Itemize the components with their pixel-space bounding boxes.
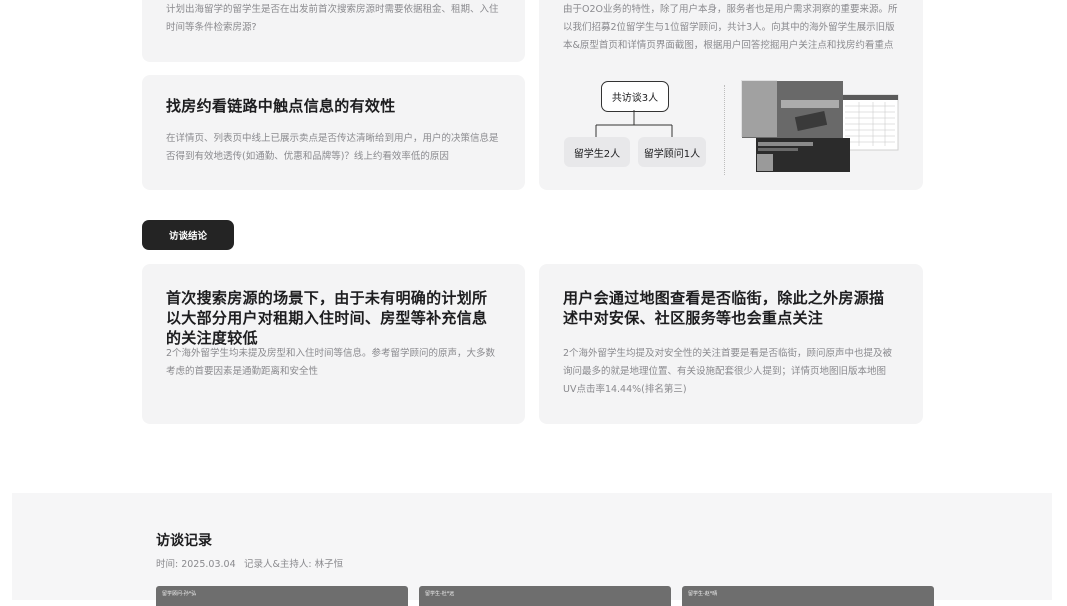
- video-label: 留学生-杜*远: [425, 591, 455, 597]
- interview-photo-collage: [741, 80, 899, 172]
- card-title: 找房约看链路中触点信息的有效性: [166, 97, 396, 115]
- video-label: 留学生-赵*晴: [688, 591, 718, 597]
- divider-dotted: [724, 85, 725, 175]
- record-title: 访谈记录: [156, 533, 212, 549]
- conclusion-card-1: 首次搜索房源的场景下，由于未有明确的计划所以大部分用户对租期入住时间、房型等补充…: [142, 264, 525, 424]
- interview-conclusion-button[interactable]: 访谈结论: [142, 220, 234, 250]
- record-time: 时间: 2025.03.04: [156, 559, 236, 570]
- research-question-card-1: 计划出海留学的留学生是否在出发前首次搜索房源时需要依据租金、租期、入住时间等条件…: [142, 0, 525, 62]
- video-thumbnail-1[interactable]: 留学顾问-孙*弘: [156, 586, 408, 606]
- record-recorder: 记录人&主持人: 林子恒: [244, 559, 344, 570]
- diagram-advisor-label: 留学顾问1人: [643, 148, 701, 160]
- diagram-students-label: 留学生2人: [573, 148, 621, 160]
- conclusion-desc: 2个海外留学生均未提及房型和入住时间等信息。参考留学顾问的原声，大多数考虑的首要…: [166, 348, 496, 377]
- diagram-node-advisor: 留学顾问1人: [638, 137, 706, 167]
- video-thumbnail-3[interactable]: 留学生-赵*晴: [682, 586, 934, 606]
- research-question-card-2: 找房约看链路中触点信息的有效性 在详情页、列表页中线上已展示卖点是否传达清晰给到…: [142, 75, 525, 190]
- research-method-card: 由于O2O业务的特性，除了用户本身，服务者也是用户需求洞察的重要来源。所以我们招…: [539, 0, 923, 190]
- conclusion-card-2: 用户会通过地图查看是否临街，除此之外房源描述中对安保、社区服务等也会重点关注 2…: [539, 264, 923, 424]
- video-thumbnail-2[interactable]: 留学生-杜*远: [419, 586, 671, 606]
- diagram-node-students: 留学生2人: [564, 137, 630, 167]
- conclusion-title: 用户会通过地图查看是否临街，除此之外房源描述中对安保、社区服务等也会重点关注: [563, 289, 885, 327]
- card-desc: 在详情页、列表页中线上已展示卖点是否传达清晰给到用户，用户的决策信息是否得到有效…: [166, 133, 499, 162]
- video-label: 留学顾问-孙*弘: [162, 591, 197, 597]
- conclusion-title: 首次搜索房源的场景下，由于未有明确的计划所以大部分用户对租期入住时间、房型等补充…: [166, 289, 488, 347]
- card-desc: 计划出海留学的留学生是否在出发前首次搜索房源时需要依据租金、租期、入住时间等条件…: [166, 4, 499, 33]
- conclusion-desc: 2个海外留学生均提及对安全性的关注首要是看是否临街，顾问原声中也提及被询问最多的…: [563, 348, 893, 395]
